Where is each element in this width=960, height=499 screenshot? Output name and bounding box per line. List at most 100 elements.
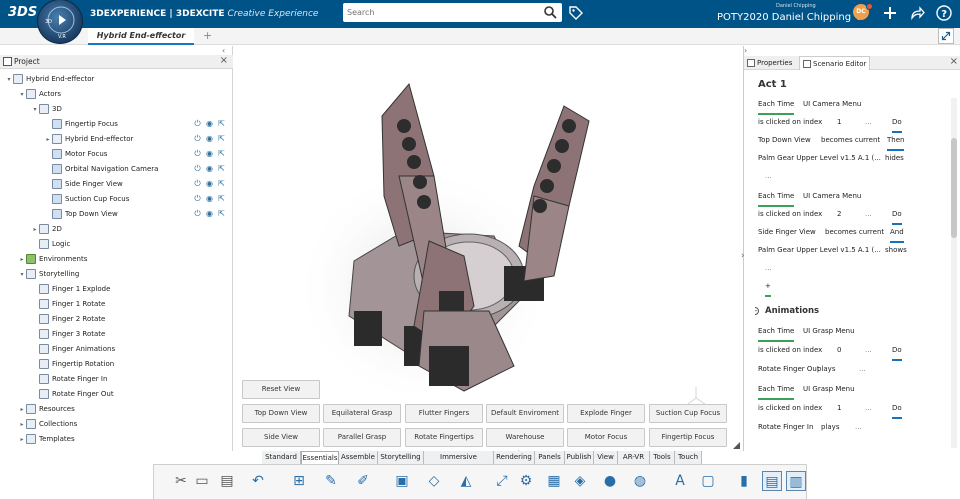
visibility-eye-icon[interactable]: ◉ [205,149,214,158]
add-action-button[interactable]: + [765,277,771,297]
search-box[interactable] [343,3,562,22]
pick-cursor-icon[interactable]: ⇱ [217,119,226,128]
side-view-button[interactable]: Side View [242,428,320,447]
tree-item-fingertip-focus[interactable]: Fingertip Focus [44,117,118,132]
tree-item-rotate-finger-out[interactable]: Rotate Finger Out [31,387,114,402]
copy-icon[interactable]: ▭ [192,471,212,491]
tree-item-storytelling[interactable]: ▾ Storytelling [18,267,79,282]
workbench-tab-assemble[interactable]: Assemble [339,451,378,464]
tag-icon[interactable] [568,5,584,21]
source-field[interactable]: UI Grasp Menu [803,322,855,340]
tree-item-finger-1-rotate[interactable]: Finger 1 Rotate [31,297,105,312]
power-icon[interactable]: ⏻ [193,179,202,188]
action-target-field[interactable]: Side Finger View [758,223,816,241]
index-field[interactable]: 0 [837,341,841,359]
action-verb-field[interactable]: becomes current [825,223,884,241]
workbench-tab-essentials[interactable]: Essentials [301,451,339,464]
workbench-tab-immersive-virtuality[interactable]: Immersive Virtuality [424,451,494,473]
workbench-tab-touch[interactable]: Touch [675,451,702,464]
tree-item-finger-2-rotate[interactable]: Finger 2 Rotate [31,312,105,327]
environment-sphere-icon[interactable]: ◍ [630,471,650,491]
scrollbar-thumb[interactable] [951,138,957,238]
collapse-arrow-icon[interactable]: ▸ [18,417,26,432]
collapse-section-icon[interactable]: − [755,306,759,315]
more-button[interactable]: ... [855,418,862,436]
visibility-eye-icon[interactable]: ◉ [205,194,214,203]
tree-item-environments[interactable]: ▸ Environments [18,252,87,267]
action-target-field[interactable]: Top Down View [758,131,811,149]
index-field[interactable]: 1 [837,113,841,131]
collapse-arrow-icon[interactable]: ▸ [44,132,52,147]
workbench-tab-tools[interactable]: Tools [650,451,675,464]
tree-item-resources[interactable]: ▸ Resources [18,402,75,417]
source-field[interactable]: UI Grasp Menu [803,380,855,398]
source-field[interactable]: UI Camera Menu [803,187,861,205]
collapse-arrow-icon[interactable]: ▸ [18,252,26,267]
visibility-eye-icon[interactable]: ◉ [205,164,214,173]
tree-item-finger-animations[interactable]: Finger Animations [31,342,115,357]
warehouse-enviroment-button[interactable]: Warehouse Enviroment [486,428,564,458]
tree-item-finger-1-explode[interactable]: Finger 1 Explode [31,282,110,297]
comment-icon[interactable]: ▢ [698,471,718,491]
book-icon[interactable]: ▮ [734,471,754,491]
select-icon[interactable]: ⊞ [289,471,309,491]
3d-viewport[interactable]: Reset View Top Down View Equilateral Gras… [234,46,742,458]
source-field[interactable]: UI Camera Menu [803,95,861,113]
robot-icon[interactable]: ⚙ [516,471,536,491]
ds-logo[interactable]: 3DS [8,5,37,20]
explode-finger-button[interactable]: Explode Finger [567,404,645,423]
paint-icon[interactable]: ✐ [353,471,373,491]
workbench-tab-view[interactable]: View [594,451,618,464]
op-do-button[interactable]: Do [892,205,902,225]
action-target-field[interactable]: Palm Gear Upper Level v1.5 A.1 (... [758,241,881,259]
scrollbar[interactable] [951,98,957,448]
compass-icon[interactable]: 3D V.R [37,0,83,44]
search-input[interactable] [347,6,537,19]
expand-arrow-icon[interactable]: ▾ [18,87,26,102]
power-icon[interactable]: ⏻ [193,194,202,203]
op-do-button[interactable]: Do [892,399,902,419]
share-icon[interactable] [909,5,925,21]
power-icon[interactable]: ⏻ [193,119,202,128]
section-animations[interactable]: −Animations [755,303,947,319]
collapse-arrow-icon[interactable]: ▸ [31,222,39,237]
workbench-tab-publish[interactable]: Publish [565,451,594,464]
tree-item-actors[interactable]: ▾ Actors [18,87,61,102]
collapse-icon[interactable] [938,28,954,44]
add-icon[interactable] [882,5,898,21]
trigger-field[interactable]: Each Time [758,187,795,207]
panel-collapse-right-icon[interactable]: › [744,46,747,55]
tree-item-finger-3-rotate[interactable]: Finger 3 Rotate [31,327,105,342]
ellipsis-button[interactable]: ... [865,399,872,417]
ellipsis-button[interactable]: ... [865,113,872,131]
visibility-eye-icon[interactable]: ◉ [205,179,214,188]
fingertip-focus-button[interactable]: Fingertip Focus [649,428,727,447]
resize-grip-icon[interactable] [733,442,740,449]
paste-icon[interactable]: ▤ [217,471,237,491]
sketch-icon[interactable]: ✎ [321,471,341,491]
action-verb-field[interactable]: becomes current [821,131,880,149]
layout-icon[interactable]: ▤ [762,471,782,491]
close-icon[interactable]: × [220,55,228,66]
text-tool-icon[interactable]: A [670,471,690,491]
op-do-button[interactable]: Do [892,341,902,361]
tab-properties[interactable]: Properties [744,56,798,70]
tree-item-hybrid-end-effector[interactable]: ▾ Hybrid End-effector [5,72,94,87]
tree-item-3d[interactable]: ▾ 3D [31,102,62,117]
index-field[interactable]: 2 [837,205,841,223]
suction-cup-focus-button[interactable]: Suction Cup Focus [649,404,727,423]
action-verb-field[interactable]: hides [885,149,904,167]
cut-icon[interactable]: ✂ [171,471,191,491]
search-icon[interactable] [543,5,557,19]
workbench-tab-rendering[interactable]: Rendering [494,451,535,464]
reset-view-button[interactable]: Reset View [242,380,320,399]
action-verb-field[interactable]: plays [821,418,839,436]
more-button[interactable]: ... [765,259,772,277]
box-icon[interactable]: ◇ [424,471,444,491]
visibility-eye-icon[interactable]: ◉ [205,134,214,143]
tree-item-templates[interactable]: ▸ Templates [18,432,75,447]
tree-item-motor-focus[interactable]: Motor Focus [44,147,107,162]
more-button[interactable]: ... [765,167,772,185]
gizmo-icon[interactable]: ⤢ [492,471,512,491]
pick-cursor-icon[interactable]: ⇱ [217,134,226,143]
